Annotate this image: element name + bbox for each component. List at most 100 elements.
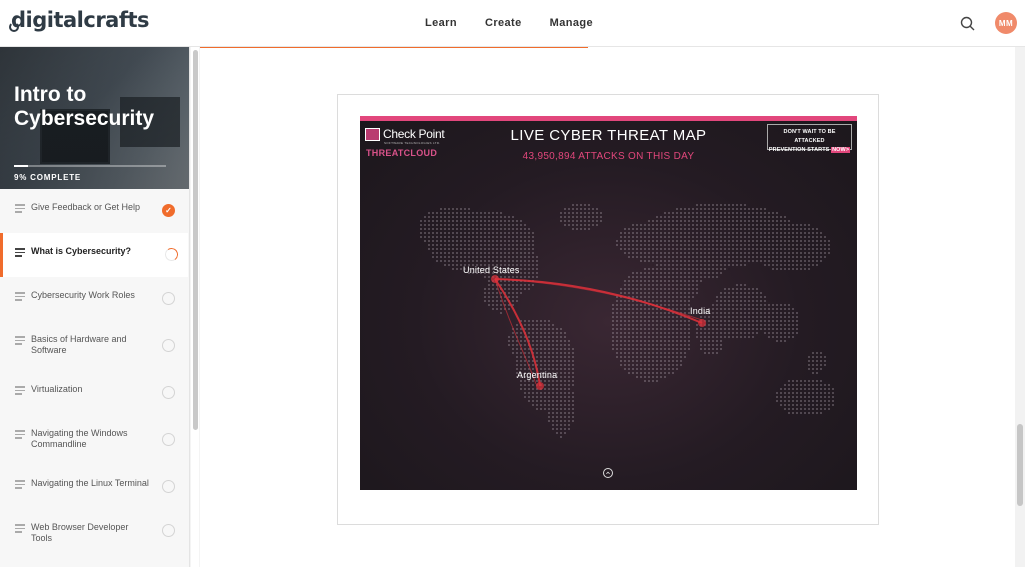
nav-create[interactable]: Create — [485, 17, 522, 29]
map-land-dot — [652, 376, 654, 378]
map-land-dot — [764, 256, 766, 258]
lesson-item-active[interactable]: What is Cybersecurity? — [0, 233, 188, 277]
map-land-dot — [572, 380, 574, 382]
map-land-dot — [512, 332, 514, 334]
map-land-dot — [812, 392, 814, 394]
map-land-dot — [824, 384, 826, 386]
map-land-dot — [752, 244, 754, 246]
nav-learn[interactable]: Learn — [425, 17, 457, 29]
map-land-dot — [480, 252, 482, 254]
page-scrollbar-thumb[interactable] — [1017, 424, 1023, 506]
map-land-dot — [676, 324, 678, 326]
lesson-item[interactable]: Navigating the Linux Terminal — [0, 465, 188, 509]
map-land-dot — [628, 292, 630, 294]
map-land-dot — [796, 260, 798, 262]
map-land-dot — [828, 392, 830, 394]
map-land-dot — [488, 212, 490, 214]
map-land-dot — [824, 408, 826, 410]
map-land-dot — [644, 348, 646, 350]
map-land-dot — [560, 344, 562, 346]
map-land-dot — [572, 216, 574, 218]
map-land-dot — [564, 396, 566, 398]
map-land-dot — [772, 336, 774, 338]
map-land-dot — [524, 256, 526, 258]
map-land-dot — [772, 228, 774, 230]
digitalcrafts-logo[interactable]: digitalcrafts — [9, 9, 150, 37]
map-land-dot — [632, 368, 634, 370]
map-land-dot — [468, 216, 470, 218]
map-land-dot — [448, 212, 450, 214]
map-land-dot — [820, 236, 822, 238]
map-land-dot — [668, 252, 670, 254]
map-land-dot — [508, 308, 510, 310]
promo-banner[interactable]: DON'T WAIT TO BE ATTACKED PREVENTION STA… — [767, 124, 852, 153]
map-land-dot — [784, 332, 786, 334]
cyber-threat-map[interactable]: Check Point SOFTWARE TECHNOLOGIES LTD. T… — [360, 116, 857, 490]
map-land-dot — [444, 220, 446, 222]
map-land-dot — [676, 368, 678, 370]
map-land-dot — [616, 336, 618, 338]
map-land-dot — [432, 220, 434, 222]
lesson-item[interactable]: Basics of Hardware and Software — [0, 321, 188, 371]
map-land-dot — [472, 256, 474, 258]
map-land-dot — [528, 260, 530, 262]
map-land-dot — [768, 316, 770, 318]
map-land-dot — [692, 260, 694, 262]
map-land-dot — [536, 348, 538, 350]
map-land-dot — [644, 272, 646, 274]
map-land-dot — [784, 304, 786, 306]
nav-manage[interactable]: Manage — [550, 17, 593, 29]
map-land-dot — [752, 332, 754, 334]
map-land-dot — [532, 396, 534, 398]
map-land-dot — [636, 364, 638, 366]
map-land-dot — [680, 212, 682, 214]
map-land-dot — [660, 312, 662, 314]
map-land-dot — [816, 388, 818, 390]
map-land-dot — [748, 252, 750, 254]
map-land-dot — [620, 344, 622, 346]
map-land-dot — [812, 404, 814, 406]
map-land-dot — [552, 352, 554, 354]
map-land-dot — [752, 304, 754, 306]
map-land-dot — [560, 380, 562, 382]
lesson-item[interactable]: Give Feedback or Get Help ✓ — [0, 189, 188, 233]
map-land-dot — [680, 248, 682, 250]
user-avatar[interactable]: MM — [995, 12, 1017, 34]
map-land-dot — [736, 228, 738, 230]
search-icon[interactable] — [960, 16, 975, 31]
lesson-item[interactable]: Cybersecurity Work Roles — [0, 277, 188, 321]
map-land-dot — [552, 424, 554, 426]
map-land-dot — [528, 396, 530, 398]
lesson-not-started-icon — [162, 433, 175, 446]
map-land-dot — [684, 236, 686, 238]
map-land-dot — [752, 212, 754, 214]
map-land-dot — [568, 396, 570, 398]
map-land-dot — [600, 220, 602, 222]
map-land-dot — [532, 380, 534, 382]
map-land-dot — [492, 308, 494, 310]
map-land-dot — [568, 356, 570, 358]
map-land-dot — [536, 336, 538, 338]
chevron-up-icon[interactable] — [603, 468, 613, 478]
map-land-dot — [728, 236, 730, 238]
map-land-dot — [580, 212, 582, 214]
map-land-dot — [628, 368, 630, 370]
lesson-item[interactable]: Web Browser Developer Tools — [0, 509, 188, 553]
map-land-dot — [760, 212, 762, 214]
map-land-dot — [684, 248, 686, 250]
map-land-dot — [588, 220, 590, 222]
map-land-dot — [680, 344, 682, 346]
lesson-item[interactable]: Virtualization — [0, 371, 188, 415]
map-land-dot — [504, 252, 506, 254]
map-land-dot — [620, 336, 622, 338]
map-land-dot — [452, 208, 454, 210]
map-land-dot — [628, 228, 630, 230]
map-land-dot — [556, 328, 558, 330]
map-land-dot — [740, 284, 742, 286]
map-land-dot — [688, 208, 690, 210]
sidebar-scrollbar-thumb[interactable] — [193, 50, 198, 430]
map-land-dot — [680, 296, 682, 298]
map-land-dot — [700, 248, 702, 250]
map-land-dot — [764, 260, 766, 262]
lesson-item[interactable]: Navigating the Windows Commandline — [0, 415, 188, 465]
